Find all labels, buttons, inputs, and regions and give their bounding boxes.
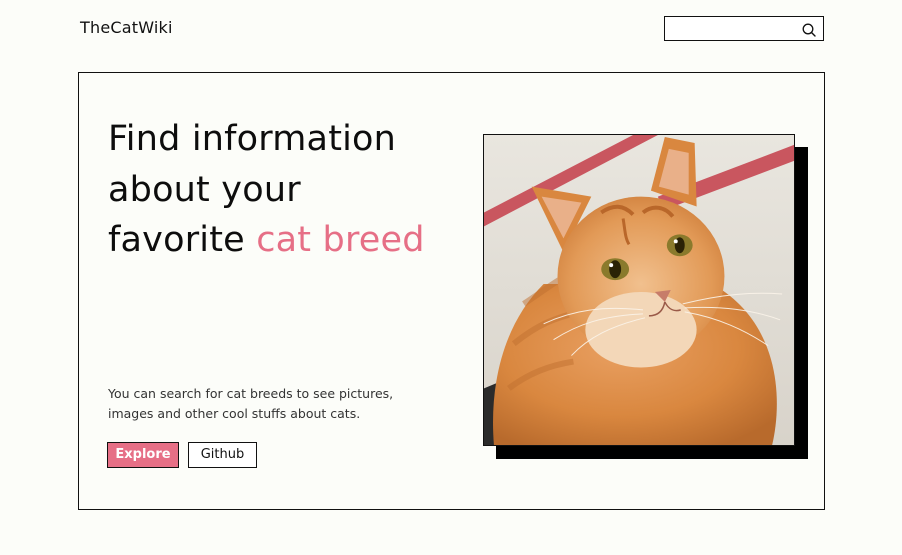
- headline-accent-text: cat breed: [256, 220, 425, 260]
- search-bar: [664, 16, 824, 41]
- search-input[interactable]: [665, 17, 799, 40]
- explore-button[interactable]: Explore: [107, 442, 179, 468]
- cat-photo: [483, 134, 795, 446]
- github-button[interactable]: Github: [188, 442, 257, 468]
- cat-illustration: [484, 135, 794, 445]
- site-logo[interactable]: TheCatWiki: [80, 18, 173, 37]
- hero-description: You can search for cat breeds to see pic…: [108, 386, 394, 421]
- hero-section: Find information about your favorite cat…: [78, 72, 825, 510]
- search-icon[interactable]: [802, 22, 816, 37]
- hero-headline: Find information about your favorite cat…: [108, 114, 438, 266]
